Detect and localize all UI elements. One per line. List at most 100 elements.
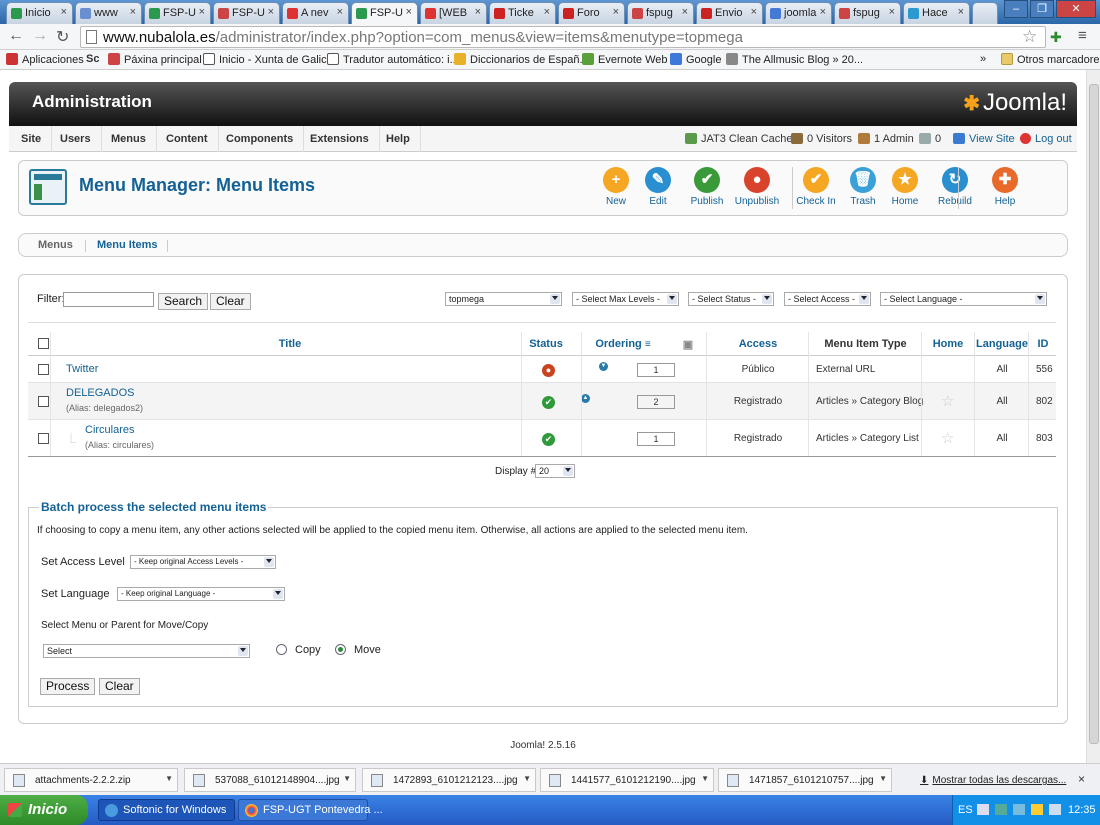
chevron-down-icon[interactable]: ▼ xyxy=(165,774,173,783)
select-all-checkbox[interactable] xyxy=(38,338,49,349)
menu-help[interactable]: Help xyxy=(376,126,421,152)
col-ordering[interactable]: Ordering ≡ xyxy=(588,338,658,350)
row-checkbox[interactable] xyxy=(38,363,49,375)
forward-icon[interactable]: → xyxy=(32,27,48,45)
browser-tab[interactable]: FSP-U × xyxy=(144,2,211,24)
order-input[interactable]: 2 xyxy=(637,394,675,409)
col-home[interactable]: Home xyxy=(928,338,968,350)
search-button[interactable]: Search xyxy=(158,293,209,310)
menu-content[interactable]: Content xyxy=(156,126,219,152)
filter-input[interactable] xyxy=(63,292,154,307)
reload-icon[interactable]: ↻ xyxy=(56,27,69,47)
status-select[interactable]: - Select Status - xyxy=(688,292,774,306)
close-tab-icon[interactable]: × xyxy=(199,6,205,18)
download-item[interactable]: 1441577_6101212190....jpg ▼ xyxy=(540,768,714,792)
bookmark-paxina[interactable]: Páxina principal xyxy=(108,53,202,66)
show-all-downloads-link[interactable]: ⬇ Mostrar todas las descargas... xyxy=(920,775,1066,786)
row-title-link[interactable]: DELEGADOS xyxy=(66,387,134,399)
col-title[interactable]: Title xyxy=(228,338,352,350)
toolbar-help-button[interactable]: ✚ Help xyxy=(981,167,1029,207)
close-tab-icon[interactable]: × xyxy=(958,6,964,18)
download-item[interactable]: 1472893_6101212123....jpg ▼ xyxy=(362,768,536,792)
clean-cache-link[interactable]: JAT3 Clean Cache xyxy=(685,126,793,152)
taskbar-softonic[interactable]: Softonic for Windows xyxy=(98,799,235,821)
close-tab-icon[interactable]: × xyxy=(544,6,550,18)
download-item[interactable]: 537088_61012148904....jpg ▼ xyxy=(184,768,356,792)
bookmark-tradutor[interactable]: Tradutor automático: i... xyxy=(327,53,459,66)
clear-filter-button[interactable]: Clear xyxy=(210,293,251,310)
toolbar-new-button[interactable]: + New xyxy=(592,167,640,207)
bookmark-evernote[interactable]: Evernote Web xyxy=(582,53,668,66)
copy-radio[interactable] xyxy=(276,644,287,655)
batch-move-select[interactable]: Select xyxy=(43,644,250,658)
browser-tab[interactable]: fspug × xyxy=(627,2,694,24)
logout-link[interactable]: Log out xyxy=(1020,126,1072,152)
close-tab-icon[interactable]: × xyxy=(613,6,619,18)
submenu-menus[interactable]: Menus xyxy=(38,239,73,251)
published-icon[interactable]: ✔ xyxy=(542,432,555,446)
row-checkbox[interactable] xyxy=(38,432,49,444)
close-window-button[interactable]: ✕ xyxy=(1056,0,1096,18)
language-indicator[interactable]: ES xyxy=(958,804,973,816)
bookmarks-more[interactable]: » xyxy=(980,53,986,65)
published-icon[interactable]: ✔ xyxy=(542,395,555,409)
row-title-link[interactable]: Twitter xyxy=(66,363,98,375)
max-levels-select[interactable]: - Select Max Levels - xyxy=(572,292,679,306)
tray-icon[interactable] xyxy=(1013,804,1025,815)
browser-tab[interactable]: A nev × xyxy=(282,2,349,24)
browser-tab[interactable]: FSP-U × xyxy=(213,2,280,24)
close-tab-icon[interactable]: × xyxy=(475,6,481,18)
toolbar-publish-button[interactable]: ✔ Publish xyxy=(683,167,731,207)
browser-tab[interactable]: Foro × xyxy=(558,2,625,24)
bookmark-diccionarios[interactable]: Diccionarios de Españ... xyxy=(454,53,589,66)
batch-clear-button[interactable]: Clear xyxy=(99,678,140,695)
messages-status[interactable]: 0 xyxy=(919,126,941,152)
menu-site[interactable]: Site xyxy=(11,126,53,152)
col-status[interactable]: Status xyxy=(521,338,571,350)
scrollbar-thumb[interactable] xyxy=(1089,84,1099,744)
taskbar-chrome[interactable]: FSP-UGT Pontevedra ... xyxy=(238,799,383,821)
home-star-icon[interactable]: ☆ xyxy=(941,392,954,410)
bookmark-allmusic[interactable]: The Allmusic Blog » 20... xyxy=(726,53,863,66)
process-button[interactable]: Process xyxy=(40,678,96,695)
language-select[interactable]: - Select Language - xyxy=(880,292,1047,306)
menu-select[interactable]: topmega xyxy=(445,292,562,306)
view-site-link[interactable]: View Site xyxy=(953,126,1015,152)
browser-tab[interactable]: joomla × xyxy=(765,2,832,24)
close-downloads-icon[interactable]: × xyxy=(1078,772,1085,786)
submenu-menu-items[interactable]: Menu Items xyxy=(97,239,158,251)
unpublished-icon[interactable]: ● xyxy=(542,363,555,377)
close-tab-icon[interactable]: × xyxy=(820,6,826,18)
home-star-icon[interactable]: ☆ xyxy=(941,429,954,447)
bookmark-xunta[interactable]: Inicio - Xunta de Galicia xyxy=(203,53,335,66)
move-radio[interactable] xyxy=(335,644,346,655)
browser-tab[interactable]: [WEB × xyxy=(420,2,487,24)
close-tab-icon[interactable]: × xyxy=(889,6,895,18)
close-tab-icon[interactable]: × xyxy=(130,6,136,18)
bookmark-google[interactable]: Google xyxy=(670,53,721,66)
chevron-down-icon[interactable]: ▼ xyxy=(701,774,709,783)
speaker-icon[interactable] xyxy=(1049,804,1061,815)
browser-tab[interactable]: fspug × xyxy=(834,2,901,24)
browser-tab[interactable]: Inicio × xyxy=(6,2,73,24)
toolbar-trash-button[interactable]: 🗑 Trash xyxy=(839,167,887,207)
new-tab-button[interactable] xyxy=(972,2,998,24)
back-icon[interactable]: ← xyxy=(8,27,24,45)
menu-icon[interactable]: ≡ xyxy=(1078,27,1087,44)
tray-icon[interactable] xyxy=(977,804,989,815)
chevron-down-icon[interactable]: ▼ xyxy=(523,774,531,783)
close-tab-icon[interactable]: × xyxy=(406,6,412,18)
batch-access-select[interactable]: - Keep original Access Levels - xyxy=(130,555,276,569)
close-tab-icon[interactable]: × xyxy=(337,6,343,18)
col-id[interactable]: ID xyxy=(1032,338,1054,350)
menu-users[interactable]: Users xyxy=(50,126,102,152)
close-tab-icon[interactable]: × xyxy=(682,6,688,18)
browser-tab[interactable]: Ticke × xyxy=(489,2,556,24)
toolbar-check-in-button[interactable]: ✔ Check In xyxy=(792,167,840,207)
menu-menus[interactable]: Menus xyxy=(101,126,157,152)
bookmark-apps[interactable]: Aplicaciones xyxy=(6,53,84,66)
clock[interactable]: 12:35 xyxy=(1068,804,1096,816)
toolbar-edit-button[interactable]: ✎ Edit xyxy=(634,167,682,207)
toolbar-rebuild-button[interactable]: ↻ Rebuild xyxy=(931,167,979,207)
access-select[interactable]: - Select Access - xyxy=(784,292,871,306)
